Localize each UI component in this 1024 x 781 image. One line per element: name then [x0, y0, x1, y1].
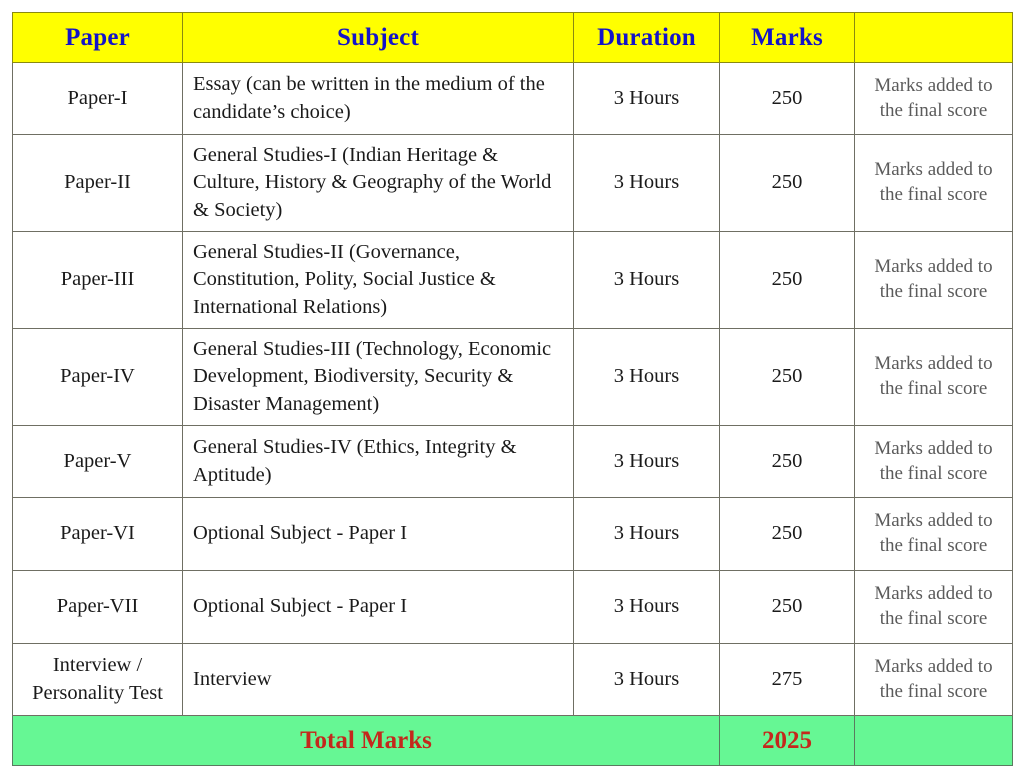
cell-subject: Optional Subject - Paper I: [182, 497, 574, 571]
cell-duration: 3 Hours: [573, 62, 720, 135]
cell-paper: Paper-VII: [12, 570, 183, 644]
cell-duration: 3 Hours: [573, 570, 720, 644]
cell-subject: General Studies-I (Indian Heritage & Cul…: [182, 134, 574, 232]
cell-subject: General Studies-IV (Ethics, Integrity & …: [182, 425, 574, 498]
cell-remark: Marks added to the final score: [854, 62, 1013, 135]
cell-marks: 250: [719, 231, 855, 329]
cell-marks: 250: [719, 570, 855, 644]
table-row: Interview / Personality Test Interview 3…: [12, 643, 1013, 716]
cell-remark: Marks added to the final score: [854, 643, 1013, 716]
table-header-row: Paper Subject Duration Marks: [12, 12, 1013, 63]
table-row: Paper-II General Studies-I (Indian Herit…: [12, 134, 1013, 232]
total-marks-label: Total Marks: [12, 715, 720, 766]
cell-duration: 3 Hours: [573, 497, 720, 571]
cell-duration: 3 Hours: [573, 134, 720, 232]
cell-paper: Paper-III: [12, 231, 183, 329]
cell-remark: Marks added to the final score: [854, 328, 1013, 426]
cell-marks: 250: [719, 425, 855, 498]
column-header-remark: [854, 12, 1013, 63]
column-header-duration: Duration: [573, 12, 720, 63]
column-header-subject: Subject: [182, 12, 574, 63]
cell-subject: General Studies-II (Governance, Constitu…: [182, 231, 574, 329]
cell-marks: 250: [719, 62, 855, 135]
cell-duration: 3 Hours: [573, 643, 720, 716]
cell-paper: Paper-II: [12, 134, 183, 232]
cell-duration: 3 Hours: [573, 231, 720, 329]
table-row: Paper-VII Optional Subject - Paper I 3 H…: [12, 570, 1013, 644]
table-row: Paper-IV General Studies-III (Technology…: [12, 328, 1013, 426]
table-body: Paper-I Essay (can be written in the med…: [12, 62, 1013, 766]
cell-duration: 3 Hours: [573, 328, 720, 426]
cell-subject: Optional Subject - Paper I: [182, 570, 574, 644]
table-row: Paper-VI Optional Subject - Paper I 3 Ho…: [12, 497, 1013, 571]
cell-marks: 275: [719, 643, 855, 716]
cell-subject: Interview: [182, 643, 574, 716]
table-row: Paper-V General Studies-IV (Ethics, Inte…: [12, 425, 1013, 498]
cell-subject: General Studies-III (Technology, Economi…: [182, 328, 574, 426]
column-header-marks: Marks: [719, 12, 855, 63]
cell-remark: Marks added to the final score: [854, 134, 1013, 232]
total-row: Total Marks 2025: [12, 715, 1013, 766]
cell-paper: Paper-V: [12, 425, 183, 498]
total-trailing-cell: [854, 715, 1013, 766]
table-row: Paper-I Essay (can be written in the med…: [12, 62, 1013, 135]
column-header-paper: Paper: [12, 12, 183, 63]
cell-paper: Paper-I: [12, 62, 183, 135]
cell-remark: Marks added to the final score: [854, 570, 1013, 644]
cell-subject: Essay (can be written in the medium of t…: [182, 62, 574, 135]
cell-marks: 250: [719, 497, 855, 571]
exam-pattern-sheet: Paper Subject Duration Marks Paper-I Ess…: [0, 0, 1024, 781]
total-marks-value: 2025: [719, 715, 855, 766]
cell-duration: 3 Hours: [573, 425, 720, 498]
cell-remark: Marks added to the final score: [854, 425, 1013, 498]
table-row: Paper-III General Studies-II (Governance…: [12, 231, 1013, 329]
cell-remark: Marks added to the final score: [854, 231, 1013, 329]
cell-paper: Paper-VI: [12, 497, 183, 571]
cell-paper: Interview / Personality Test: [12, 643, 183, 716]
cell-remark: Marks added to the final score: [854, 497, 1013, 571]
exam-pattern-table: Paper Subject Duration Marks Paper-I Ess…: [12, 12, 1013, 766]
cell-marks: 250: [719, 134, 855, 232]
table-header: Paper Subject Duration Marks: [12, 12, 1013, 63]
cell-marks: 250: [719, 328, 855, 426]
cell-paper: Paper-IV: [12, 328, 183, 426]
